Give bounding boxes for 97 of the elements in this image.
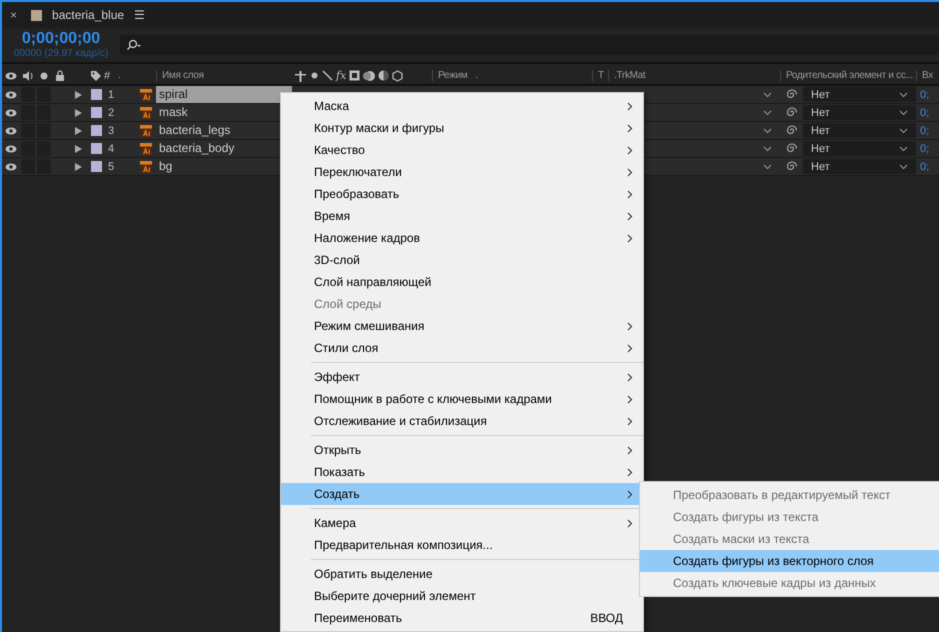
menu-item[interactable]: Контур маски и фигуры [281, 117, 643, 139]
pick-whip-icon[interactable] [784, 88, 797, 101]
parent-dropdown[interactable]: Нет [803, 105, 916, 120]
layer-name[interactable]: spiral [156, 86, 292, 103]
visibility-toggle[interactable] [5, 144, 17, 152]
in-time[interactable]: 0; [916, 124, 939, 136]
parent-dropdown[interactable]: Нет [803, 159, 916, 174]
pick-whip-icon[interactable] [784, 106, 797, 119]
eye-icon [5, 72, 17, 80]
in-time[interactable]: 0; [916, 142, 939, 154]
menu-item[interactable]: Наложение кадров [281, 227, 643, 249]
parent-dropdown[interactable]: Нет [803, 123, 916, 138]
menu-item[interactable]: Отслеживание и стабилизация [281, 410, 643, 432]
solo-icon [40, 72, 48, 80]
label-color[interactable] [90, 143, 102, 154]
layer-number: 5 [107, 160, 116, 172]
close-button[interactable]: × [10, 8, 18, 22]
menu-item[interactable]: Переименовать ВВОД [281, 607, 643, 629]
menu-item[interactable]: Показать [281, 461, 643, 483]
visibility-toggle[interactable] [5, 90, 17, 98]
panel-tab[interactable]: bacteria_blue [52, 8, 124, 22]
solo-toggle[interactable] [37, 87, 51, 102]
speaker-icon [22, 70, 34, 80]
pick-whip-icon[interactable] [784, 160, 797, 173]
menu-item[interactable]: Предварительная композиция... [281, 534, 643, 556]
column-header[interactable]: Вх [916, 70, 939, 81]
in-time[interactable]: 0; [916, 160, 939, 172]
in-time[interactable]: 0; [916, 88, 939, 100]
effects-label: fx [336, 69, 346, 82]
chevron-icon [899, 164, 908, 170]
menu-item[interactable]: Помощник в работе с ключевыми кадрами [281, 388, 643, 410]
pick-whip-icon[interactable] [784, 142, 797, 155]
illustrator-file-icon [140, 142, 152, 154]
composition-icon [31, 10, 42, 20]
column-header[interactable]: Имя слоя [156, 70, 292, 81]
menu-item[interactable]: 3D-слой [281, 249, 643, 271]
slash-icon [322, 70, 333, 81]
adjustment-icon [378, 70, 390, 81]
column-header[interactable]: # [104, 70, 110, 82]
column-header[interactable]: Режим [432, 70, 468, 81]
column-header[interactable]: .TrkMat [608, 70, 780, 81]
chevron-icon [899, 110, 908, 116]
expand-arrow-icon[interactable] [74, 144, 82, 152]
menu-item[interactable]: Качество [281, 139, 643, 161]
expand-arrow-icon[interactable] [74, 162, 82, 170]
label-color[interactable] [90, 161, 102, 172]
layer-number: 2 [107, 106, 116, 118]
menu-item[interactable]: Камера [281, 512, 643, 534]
label-color[interactable] [90, 89, 102, 100]
column-header[interactable]: T [592, 70, 608, 81]
layer-number: 3 [107, 124, 116, 136]
menu-item[interactable]: Слой направляющей [281, 271, 643, 293]
expand-arrow-icon[interactable] [74, 90, 82, 98]
menu-item[interactable]: Открыть [281, 439, 643, 461]
layer-number: 4 [107, 142, 116, 154]
menu-item[interactable]: Режим смешивания [281, 315, 643, 337]
menu-item[interactable]: Выберите дочерний элемент [281, 585, 643, 607]
menu-item[interactable]: Время [281, 205, 643, 227]
illustrator-file-icon [140, 106, 152, 118]
label-color[interactable] [90, 125, 102, 136]
expand-arrow-icon[interactable] [74, 126, 82, 134]
visibility-toggle[interactable] [5, 126, 17, 134]
timecode[interactable]: 0;00;00;00 [22, 30, 100, 48]
parent-dropdown[interactable]: Нет [803, 141, 916, 156]
cube-icon [392, 70, 404, 82]
film-icon [349, 70, 360, 81]
label-color[interactable] [90, 107, 102, 118]
column-header[interactable]: . [118, 70, 121, 81]
search-icon [126, 39, 142, 51]
visibility-toggle[interactable] [5, 162, 17, 170]
menu-item[interactable]: Создать фигуры из векторного слоя [640, 550, 939, 572]
audio-toggle[interactable] [21, 87, 35, 102]
menu-button[interactable]: ☰ [134, 8, 146, 22]
illustrator-file-icon [140, 88, 152, 100]
menu-item[interactable]: Стили слоя [281, 337, 643, 359]
in-time[interactable]: 0; [916, 106, 939, 118]
search-field[interactable] [120, 35, 939, 55]
motion-blur-icon [363, 70, 376, 82]
menu-item[interactable]: Эффект [281, 366, 643, 388]
frame-info: 00000 (29.97 кадр/с) [14, 48, 108, 60]
visibility-toggle[interactable] [5, 108, 17, 116]
chevron-icon [899, 146, 908, 152]
menu-item[interactable]: Преобразовать [281, 183, 643, 205]
column-header[interactable]: . [475, 70, 478, 81]
lock-icon [55, 70, 65, 81]
menu-item[interactable]: Обратить выделение [281, 563, 643, 585]
column-header[interactable]: Родительский элемент и сс... [780, 70, 916, 81]
chevron-icon [899, 128, 908, 134]
parent-dropdown[interactable]: Нет [803, 87, 916, 102]
tag-icon [90, 70, 102, 82]
expand-arrow-icon[interactable] [74, 108, 82, 116]
illustrator-file-icon [140, 160, 152, 172]
layer-number: 1 [107, 88, 116, 100]
illustrator-file-icon [140, 124, 152, 136]
chevron-icon [899, 92, 908, 98]
menu-item[interactable]: Переключатели [281, 161, 643, 183]
pick-whip-icon[interactable] [784, 124, 797, 137]
